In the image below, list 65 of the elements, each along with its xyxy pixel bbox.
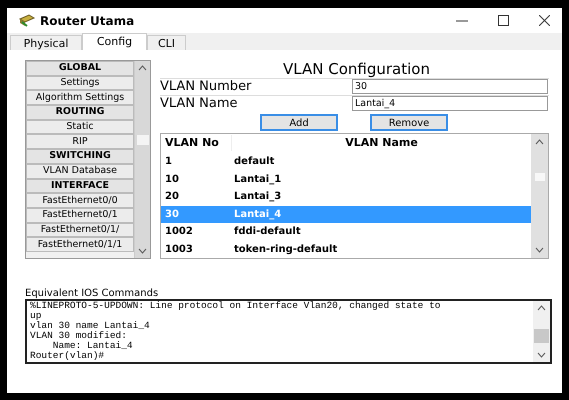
section-header[interactable]: INTERFACE bbox=[26, 178, 134, 194]
sidebar-item[interactable]: Static bbox=[26, 120, 134, 134]
sidebar-item[interactable]: FastEthernet0/0 bbox=[26, 193, 134, 208]
console-line: Name: Lantai_4 bbox=[52, 341, 134, 351]
scroll-up-icon[interactable] bbox=[537, 305, 546, 311]
table-cell-text: 30 bbox=[164, 208, 180, 222]
console-line: Router(vlan)# bbox=[30, 351, 106, 361]
field-label: VLAN Number bbox=[160, 79, 252, 94]
action-button[interactable]: Remove bbox=[370, 114, 448, 131]
table-cell-text: 1002 bbox=[164, 225, 194, 240]
input-field[interactable]: Lantai_4 bbox=[352, 96, 548, 111]
scroll-up-icon[interactable] bbox=[535, 139, 544, 145]
table-cell-text: 1003 bbox=[164, 242, 194, 257]
scroll-up-icon[interactable] bbox=[138, 65, 147, 71]
sidebar-item[interactable]: Settings bbox=[26, 76, 134, 90]
input-field[interactable]: 30 bbox=[352, 79, 548, 94]
section-header[interactable]: ROUTING bbox=[26, 105, 134, 120]
table-row[interactable]: 10 Lantai_1 bbox=[161, 170, 531, 188]
sidebar-item[interactable]: VLAN Database bbox=[26, 164, 134, 178]
panel-title: VLAN Configuration bbox=[282, 60, 431, 78]
table-cell-text: default bbox=[233, 155, 276, 170]
table-cell-text: fddi-default bbox=[233, 225, 302, 240]
scrollbar-thumb[interactable] bbox=[534, 329, 549, 343]
tab[interactable]: Physical bbox=[10, 35, 82, 50]
minimize-icon[interactable] bbox=[456, 20, 468, 22]
table-cell-text: Lantai_1 bbox=[233, 172, 282, 187]
console-line: vlan 30 name Lantai_4 bbox=[30, 321, 151, 331]
table-row[interactable]: 1003 token-ring-default bbox=[161, 240, 531, 258]
table-row[interactable]: 1 default bbox=[161, 153, 531, 170]
table-cell-text: 20 bbox=[164, 190, 180, 204]
action-button[interactable]: Add bbox=[260, 114, 338, 131]
table-cell-text: 1 bbox=[164, 155, 173, 170]
field-label: VLAN Name bbox=[160, 96, 239, 111]
close-icon[interactable] bbox=[539, 15, 550, 26]
scrollbar[interactable] bbox=[531, 134, 548, 258]
router-icon bbox=[19, 14, 35, 27]
window-title: Router Utama bbox=[40, 12, 134, 30]
scroll-down-icon[interactable] bbox=[537, 352, 546, 358]
sidebar-item[interactable]: FastEthernet0/1 bbox=[26, 208, 134, 223]
scrollbar-thumb[interactable] bbox=[534, 173, 544, 181]
tab[interactable]: Config bbox=[82, 33, 147, 50]
sidebar-item[interactable]: FastEthernet0/1/ bbox=[26, 222, 134, 238]
scrollbar-thumb[interactable] bbox=[136, 135, 148, 145]
section-header[interactable]: GLOBAL bbox=[26, 61, 134, 76]
sidebar-item[interactable]: RIP bbox=[26, 134, 134, 150]
column-header[interactable]: VLAN No bbox=[161, 134, 231, 152]
section-header[interactable]: SWITCHING bbox=[26, 149, 134, 164]
table-row[interactable]: 20 Lantai_3 bbox=[161, 188, 531, 206]
scroll-down-icon[interactable] bbox=[138, 248, 147, 254]
maximize-icon[interactable] bbox=[498, 15, 509, 26]
console-line: up bbox=[30, 311, 42, 321]
table-cell-text: 10 bbox=[164, 172, 180, 187]
section-label: Equivalent IOS Commands bbox=[25, 288, 160, 299]
console-line: %LINEPROTO-5-UPDOWN: Line protocol on Interface Vlan20, changed state to bbox=[30, 301, 442, 311]
table-row[interactable]: 1002 fddi-default bbox=[161, 223, 531, 240]
scroll-down-icon[interactable] bbox=[535, 247, 544, 253]
table-cell-text: Lantai_3 bbox=[233, 190, 282, 204]
sidebar-item[interactable]: Algorithm Settings bbox=[26, 90, 134, 106]
scrollbar[interactable] bbox=[134, 61, 150, 258]
tab[interactable]: CLI bbox=[147, 35, 186, 50]
table-cell-text: token-ring-default bbox=[233, 242, 338, 257]
table-cell-text: Lantai_4 bbox=[233, 208, 282, 222]
console-line: VLAN 30 modified: bbox=[30, 331, 128, 341]
scrollbar[interactable] bbox=[533, 301, 550, 362]
sidebar-item[interactable]: FastEthernet0/1/1 bbox=[26, 237, 134, 252]
